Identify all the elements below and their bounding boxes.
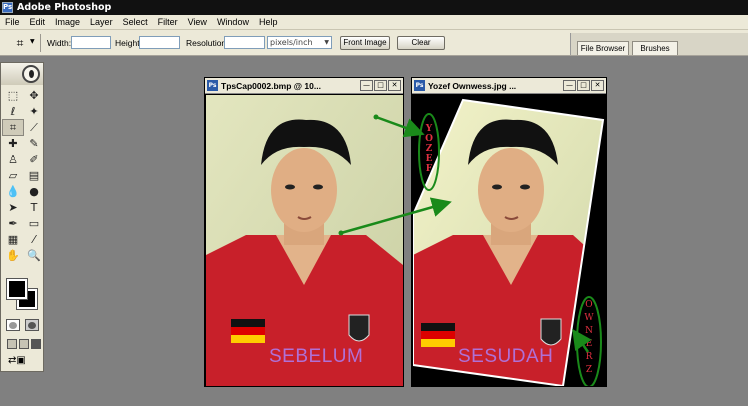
arrow-to-owner-text xyxy=(572,328,592,353)
arrow-to-side-text xyxy=(375,115,425,138)
annotation-arrows xyxy=(338,114,592,353)
arrow-to-edited-photo xyxy=(340,197,452,235)
